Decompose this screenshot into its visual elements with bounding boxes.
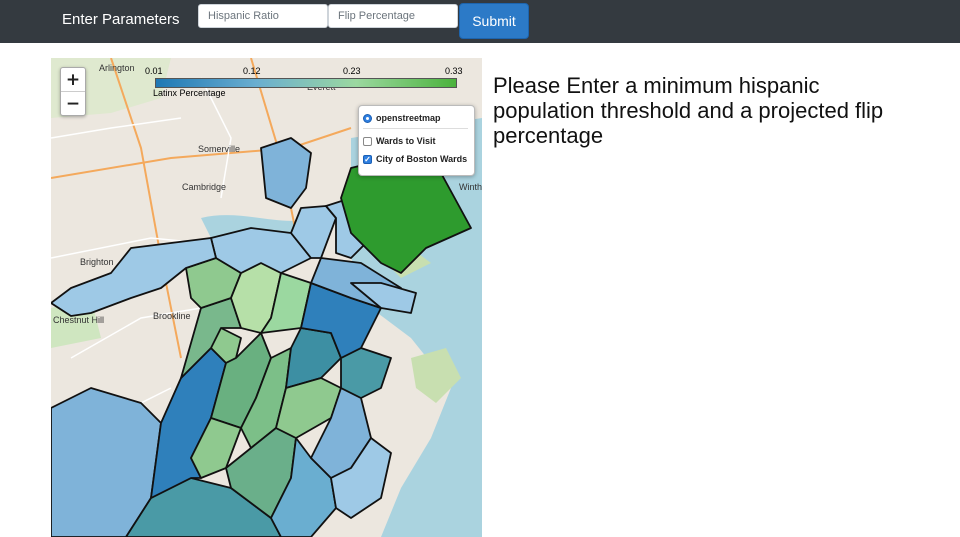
legend-tick: 0.23 bbox=[343, 66, 361, 76]
legend-tick: 0.01 bbox=[145, 66, 163, 76]
place-label-winthrop: Winth bbox=[459, 182, 482, 192]
layer-divider bbox=[363, 128, 468, 129]
layer-label: openstreetmap bbox=[376, 113, 441, 123]
place-label-chestnut-hill: Chestnut Hill bbox=[53, 315, 105, 325]
zoom-in-button[interactable]: + bbox=[61, 68, 85, 91]
color-legend: 0.01 0.12 0.23 0.33 Latinx Percentage bbox=[145, 66, 465, 104]
legend-caption: Latinx Percentage bbox=[153, 88, 226, 98]
ward-uphams-corner[interactable] bbox=[340, 347, 392, 399]
layer-openstreetmap[interactable]: openstreetmap bbox=[363, 113, 441, 123]
place-label-cambridge: Cambridge bbox=[182, 182, 227, 192]
submit-button[interactable]: Submit bbox=[459, 3, 529, 39]
page-heading: Please Enter a minimum hispanic populati… bbox=[493, 73, 884, 148]
radio-selected-icon[interactable] bbox=[363, 113, 372, 123]
checkbox-unchecked-icon[interactable] bbox=[363, 136, 372, 146]
zoom-out-button[interactable]: − bbox=[61, 92, 85, 115]
layer-label: Wards to Visit bbox=[376, 136, 436, 146]
flip-percentage-input[interactable] bbox=[328, 4, 458, 28]
layer-city-of-boston-wards[interactable]: ✓ City of Boston Wards bbox=[363, 154, 467, 164]
legend-tick: 0.12 bbox=[243, 66, 261, 76]
layer-label: City of Boston Wards bbox=[376, 154, 468, 164]
ward-map[interactable]: Arlington Everett Somerville Cambridge B… bbox=[51, 58, 482, 537]
zoom-control: + − bbox=[60, 67, 86, 116]
ward-charlestown[interactable] bbox=[260, 137, 312, 209]
place-label-arlington: Arlington bbox=[99, 63, 135, 73]
navbar-brand[interactable]: Enter Parameters bbox=[62, 11, 180, 28]
place-label-brighton: Brighton bbox=[80, 257, 114, 267]
legend-color-bar bbox=[155, 78, 457, 88]
legend-tick: 0.33 bbox=[445, 66, 463, 76]
hispanic-ratio-input[interactable] bbox=[198, 4, 328, 28]
place-label-somerville: Somerville bbox=[198, 144, 241, 154]
place-label-brookline: Brookline bbox=[153, 311, 191, 321]
checkbox-checked-icon[interactable]: ✓ bbox=[363, 154, 372, 164]
layer-wards-to-visit[interactable]: Wards to Visit bbox=[363, 136, 436, 146]
layer-control: openstreetmap Wards to Visit ✓ City of B… bbox=[358, 105, 475, 176]
navbar: Enter Parameters Submit bbox=[0, 0, 960, 43]
